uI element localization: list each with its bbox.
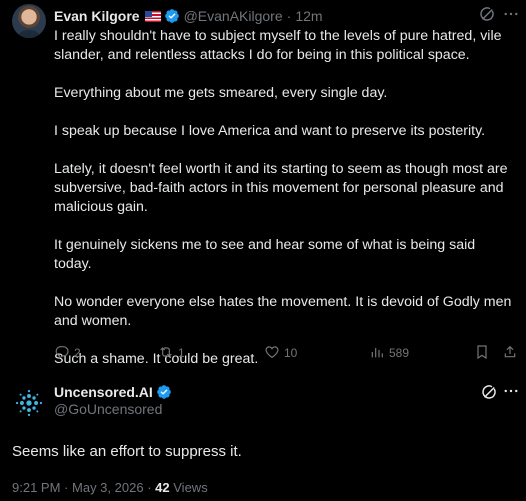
verified-icon[interactable] [164, 8, 180, 24]
reply-date[interactable]: May 3, 2026 [72, 480, 144, 495]
separator: · [286, 8, 292, 24]
repost-icon [158, 344, 174, 363]
reply-icon [54, 344, 70, 363]
repost-count: 1 [178, 346, 185, 360]
bookmark-button[interactable] [474, 344, 490, 362]
separator: · [64, 480, 69, 495]
more-icon[interactable] [502, 5, 520, 23]
author-handle[interactable]: @EvanAKilgore [184, 8, 283, 24]
tweet-paragraph: No wonder everyone else hates the moveme… [54, 294, 512, 329]
bookmark-icon [474, 344, 490, 363]
views-count: 42 [155, 480, 170, 495]
author-name[interactable]: Evan Kilgore [54, 8, 140, 24]
tweet-paragraph: I speak up because I love America and wa… [54, 123, 486, 139]
reply-author-handle[interactable]: @GoUncensored [54, 401, 162, 417]
reply-header: Uncensored.AI [54, 383, 172, 401]
tweet-paragraph: Everything about me gets smeared, every … [54, 85, 388, 101]
tweet-body: I really shouldn't have to subject mysel… [54, 27, 516, 388]
reply-meta: 9:21 PM · May 3, 2026 · 42 Views [12, 480, 208, 495]
reply-text: Seems like an effort to suppress it. [12, 443, 242, 460]
flag-icon [144, 10, 161, 22]
tweet-paragraph: I really shouldn't have to subject mysel… [54, 28, 502, 63]
reply-count: 2 [74, 346, 81, 360]
repost-button[interactable]: 1 [158, 344, 185, 362]
more-icon[interactable] [502, 382, 520, 400]
like-count: 10 [284, 346, 298, 360]
like-button[interactable]: 10 [264, 344, 297, 362]
tweet-paragraph: Lately, it doesn't feel worth it and its… [54, 161, 508, 215]
action-bar: 2 1 10 589 [54, 344, 520, 362]
views-button[interactable]: 589 [369, 344, 409, 362]
tweet-paragraph: It genuinely sickens me to see and hear … [54, 237, 476, 272]
share-icon [502, 344, 518, 363]
timestamp[interactable]: 12m [295, 8, 322, 24]
verified-icon[interactable] [156, 384, 172, 400]
views-icon [369, 344, 385, 363]
reply-button[interactable]: 2 [54, 344, 81, 362]
avatar[interactable] [12, 386, 46, 420]
views-count: 589 [389, 346, 410, 360]
like-icon [264, 344, 280, 363]
grok-icon[interactable] [478, 5, 496, 23]
tweet-header: Evan Kilgore @EvanAKilgore · 12m [54, 7, 323, 25]
reply-time[interactable]: 9:21 PM [12, 480, 60, 495]
share-button[interactable] [502, 344, 518, 362]
avatar[interactable] [12, 4, 46, 38]
reply-author-name[interactable]: Uncensored.AI [54, 384, 153, 400]
grok-icon[interactable] [480, 383, 498, 401]
views-label: Views [173, 480, 208, 495]
separator: · [147, 480, 152, 495]
